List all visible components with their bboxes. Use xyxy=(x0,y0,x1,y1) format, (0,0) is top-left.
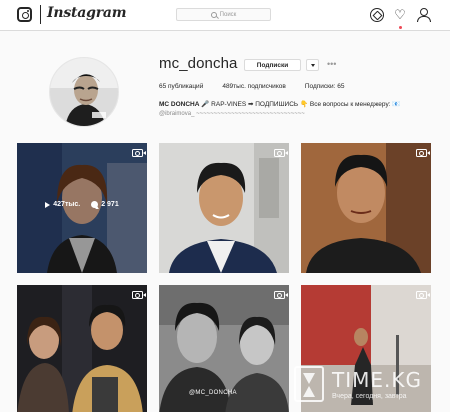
timekg-watermark: TIME.KG Вчера, сегодня, завтра xyxy=(294,366,444,406)
followers-count[interactable]: 489тыс. подписчиков xyxy=(222,83,285,90)
watermark-title: TIME.KG xyxy=(332,368,422,392)
heart-icon[interactable]: ♡ xyxy=(393,8,407,22)
dropdown-button[interactable] xyxy=(306,59,319,71)
chevron-down-icon xyxy=(310,63,315,67)
profile-bio: MC DONCHA 🎤 RAP-VINES ➡ ПОДПИШИСЬ 👇 Все … xyxy=(159,100,400,108)
bio-text: 🎤 RAP-VINES ➡ ПОДПИШИСЬ 👇 Все вопросы к … xyxy=(201,101,401,108)
search-placeholder: Поиск xyxy=(219,11,237,18)
watermark-subtitle: Вчера, сегодня, завтра xyxy=(332,393,407,400)
following-button[interactable]: Подписки xyxy=(244,59,301,71)
video-icon xyxy=(416,291,430,299)
video-icon xyxy=(274,149,288,157)
hover-stats: 427тыс. 2 971 xyxy=(17,201,147,208)
person-icon[interactable] xyxy=(417,8,431,22)
bio-link[interactable]: @ibraimova_ ~~~~~~~~~~~~~~~~~~~~~~~~~~~~… xyxy=(159,111,305,117)
views-count: 427тыс. xyxy=(53,201,81,208)
video-icon xyxy=(132,291,146,299)
search-input[interactable]: Поиск xyxy=(176,8,271,21)
notification-dot xyxy=(399,26,402,29)
post-tile-1[interactable]: 427тыс. 2 971 xyxy=(17,143,147,273)
video-icon xyxy=(416,149,430,157)
post-tile-5[interactable]: @MC_DONCHA xyxy=(159,285,289,412)
logo-divider xyxy=(40,5,41,24)
compass-icon[interactable] xyxy=(370,8,384,22)
comment-icon xyxy=(91,201,99,208)
bio-name: MC DONCHA xyxy=(159,101,200,108)
play-icon xyxy=(45,201,51,208)
video-icon xyxy=(132,149,146,157)
avatar[interactable] xyxy=(49,57,119,127)
posts-count: 65 публикаций xyxy=(159,83,204,90)
video-caption: @MC_DONCHA xyxy=(189,390,237,396)
post-tile-4[interactable] xyxy=(17,285,147,412)
profile-stats: 65 публикаций 489тыс. подписчиков Подпис… xyxy=(159,83,344,90)
instagram-wordmark[interactable]: Instagram xyxy=(47,5,127,21)
comments-count: 2 971 xyxy=(101,201,119,208)
search-icon xyxy=(210,11,217,18)
instagram-camera-icon[interactable] xyxy=(17,7,32,22)
post-tile-3[interactable] xyxy=(301,143,431,273)
top-navbar: Instagram Поиск ♡ xyxy=(0,0,450,31)
more-options-icon[interactable]: ••• xyxy=(327,59,336,69)
profile-username: mc_doncha xyxy=(159,55,238,72)
video-icon xyxy=(274,291,288,299)
hourglass-logo-icon xyxy=(294,366,324,402)
post-tile-2[interactable] xyxy=(159,143,289,273)
following-count[interactable]: Подписки: 65 xyxy=(305,83,345,90)
